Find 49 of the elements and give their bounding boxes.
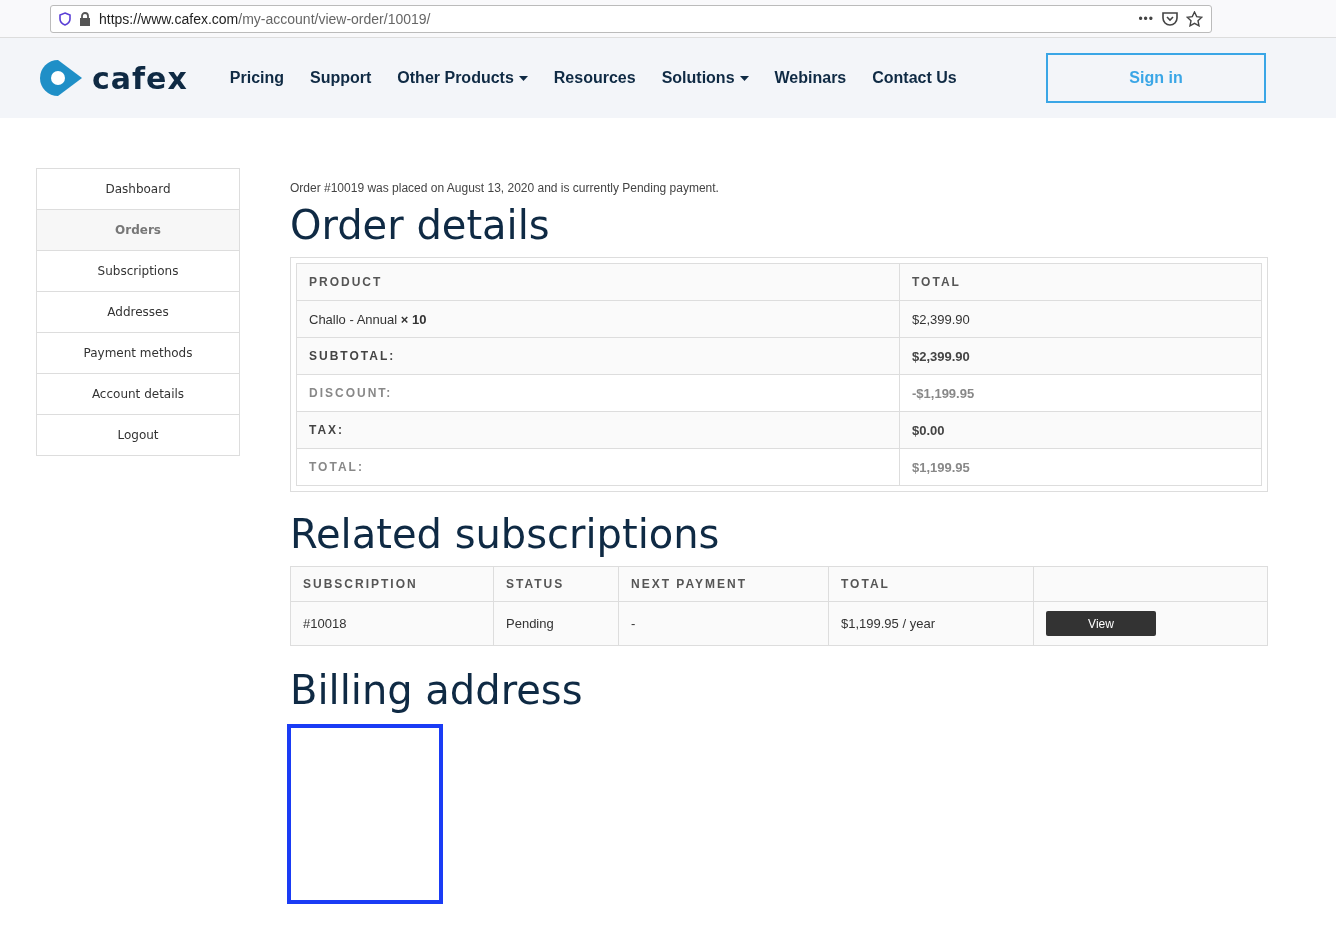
menu-item[interactable]: Account details [37, 373, 239, 414]
menu-item[interactable]: Subscriptions [37, 250, 239, 291]
column-header: NEXT PAYMENT [618, 566, 829, 602]
column-header: TOTAL [899, 263, 1262, 301]
table-cell: $2,399.90 [899, 300, 1262, 338]
column-header: PRODUCT [296, 263, 900, 301]
table-cell: #10018 [290, 601, 494, 646]
menu-item[interactable]: Addresses [37, 291, 239, 332]
view-button[interactable]: View [1046, 611, 1156, 636]
menu-item[interactable]: Orders [37, 209, 239, 250]
table-cell: $0.00 [899, 411, 1262, 449]
menu-item[interactable]: Dashboard [37, 169, 239, 209]
caret-icon [518, 75, 528, 81]
column-header: STATUS [493, 566, 619, 602]
section-heading: Related subscriptions [290, 510, 721, 558]
table-cell: $2,399.90 [899, 337, 1262, 375]
star-icon[interactable] [1186, 10, 1203, 27]
more-menu[interactable]: ••• [1138, 11, 1154, 26]
column-header: SUBSCRIPTION [290, 566, 494, 602]
table-cell: TAX: [296, 411, 900, 449]
order-status-text: Order #10019 was placed on August 13, 2020 and is currently Pending payment. [290, 181, 720, 195]
nav-link[interactable]: Resources [553, 69, 636, 87]
nav-link[interactable]: Support [310, 69, 372, 87]
pocket-icon[interactable] [1162, 11, 1178, 26]
table-cell: Pending [493, 601, 619, 646]
nav-link[interactable]: Webinars [774, 69, 847, 87]
table-cell: DISCOUNT: [296, 374, 900, 412]
menu-item[interactable]: Payment methods [37, 332, 239, 373]
table-cell: TOTAL: [296, 448, 900, 486]
lock-icon [79, 11, 91, 26]
table-cell: $1,199.95 [899, 448, 1262, 486]
table-cell: $1,199.95 / year [828, 601, 1034, 646]
table-cell: -$1,199.95 [899, 374, 1262, 412]
table-cell: Challo - Annual × 10 [296, 300, 900, 338]
section-heading: Billing address [290, 666, 584, 714]
nav-link[interactable]: Solutions [661, 69, 749, 87]
url-text: https://www.cafex.com/my-account/view-order/10019/ [99, 10, 432, 27]
menu-item[interactable]: Logout [37, 414, 239, 455]
section-heading: Order details [290, 201, 551, 249]
nav-link[interactable]: Pricing [229, 69, 284, 87]
address-bar[interactable]: https://www.cafex.com/my-account/view-order/10019/ ••• [50, 4, 1212, 33]
nav-link[interactable]: Other Products [397, 69, 528, 87]
column-header: TOTAL [828, 566, 1034, 602]
caret-icon [739, 75, 749, 81]
logo-text[interactable]: cafex [92, 60, 188, 96]
table-cell: - [618, 601, 829, 646]
shield-icon [59, 11, 71, 26]
table-cell: SUBTOTAL: [296, 337, 900, 375]
nav-link[interactable]: Contact Us [872, 69, 957, 87]
